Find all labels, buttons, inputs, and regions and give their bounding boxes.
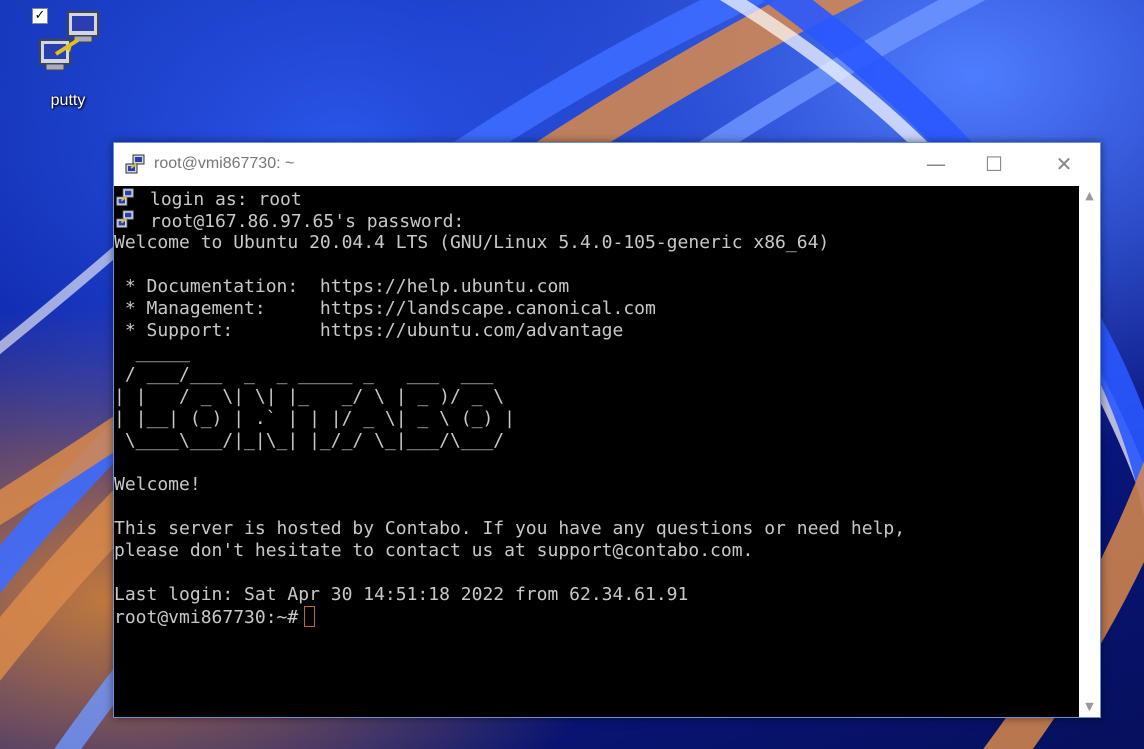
- window-titlebar[interactable]: root@vmi867730: ~ — ☐ ✕: [114, 143, 1100, 186]
- terminal-line: please don't hesitate to contact us at s…: [114, 540, 754, 561]
- terminal-line: / ___/___ _ _ _____ _ ___ ___: [114, 364, 494, 385]
- terminal-line: Welcome to Ubuntu 20.04.4 LTS (GNU/Linux…: [114, 232, 830, 253]
- terminal-line: | |__| (_) | .` | | |/ _ \| _ \ (_) |: [114, 408, 515, 429]
- terminal-output[interactable]: login as: root root@167.86.97.65's passwo…: [114, 186, 1079, 717]
- minimize-button[interactable]: —: [908, 143, 964, 186]
- window-title: root@vmi867730: ~: [154, 155, 295, 172]
- terminal-line: | | / _ \| \| |_ _/ \ | _ )/ _ \: [114, 386, 505, 407]
- terminal-line: _____: [114, 342, 190, 363]
- desktop-icon-putty[interactable]: ✓ putty: [30, 6, 110, 110]
- terminal-line: Welcome!: [114, 474, 201, 495]
- terminal-line: * Support: https://ubuntu.com/advantage: [114, 320, 624, 341]
- terminal-line: * Management: https://landscape.canonica…: [114, 298, 656, 319]
- terminal-text: login as: root root@167.86.97.65's passwo…: [114, 186, 1079, 628]
- putty-icon: [125, 154, 145, 174]
- scroll-up-arrow[interactable]: ▲: [1079, 186, 1100, 206]
- terminal-line: \____\___/|_|\_| |_/_/ \_|___/\___/: [114, 430, 505, 451]
- putty-icon: [114, 188, 136, 208]
- terminal-line: * Documentation: https://help.ubuntu.com: [114, 276, 570, 297]
- desktop-icon-label: putty: [50, 92, 86, 109]
- putty-window[interactable]: root@vmi867730: ~ — ☐ ✕ login as: root ro…: [113, 142, 1101, 718]
- terminal-line: This server is hosted by Contabo. If you…: [114, 518, 906, 539]
- scroll-down-arrow[interactable]: ▼: [1079, 697, 1100, 717]
- desktop-icon-checkbox[interactable]: ✓: [32, 8, 48, 24]
- terminal-prompt-line[interactable]: root@vmi867730:~#: [114, 606, 1079, 628]
- terminal-cursor: [304, 606, 316, 627]
- terminal-line: root@167.86.97.65's password:: [114, 210, 1079, 232]
- vertical-scrollbar[interactable]: ▲ ▼: [1079, 186, 1100, 717]
- close-button[interactable]: ✕: [1036, 143, 1092, 186]
- terminal-line: Last login: Sat Apr 30 14:51:18 2022 fro…: [114, 584, 689, 605]
- terminal-prompt: root@vmi867730:~#: [114, 607, 299, 628]
- putty-icon: [114, 210, 136, 230]
- maximize-button[interactable]: ☐: [966, 143, 1022, 186]
- terminal-line: login as: root: [114, 188, 1079, 210]
